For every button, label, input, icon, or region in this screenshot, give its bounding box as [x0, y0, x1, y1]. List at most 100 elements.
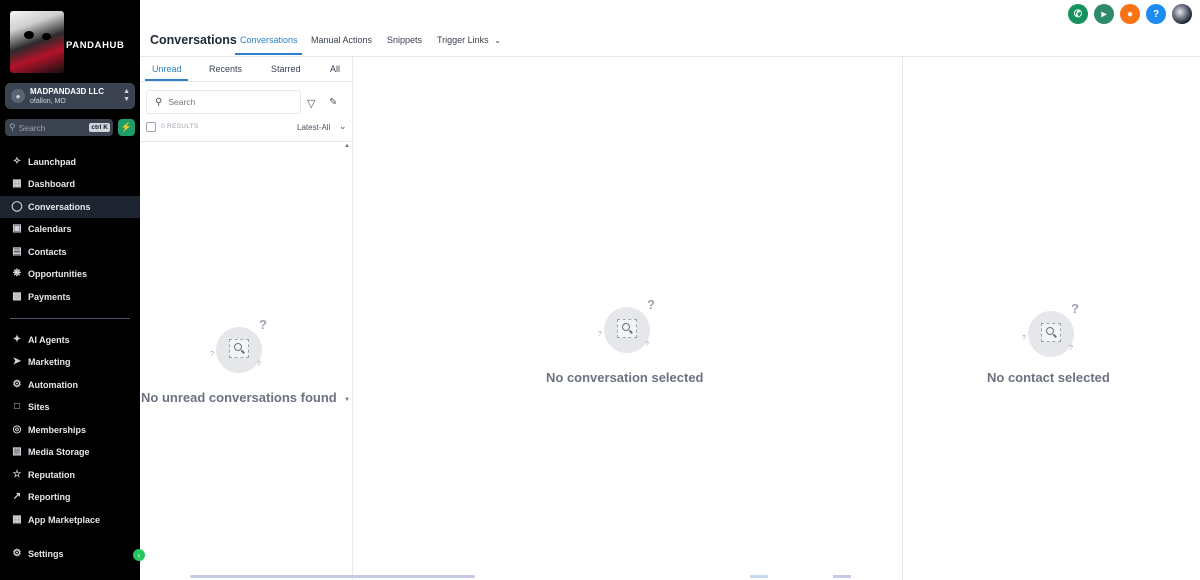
contact-detail-panel: ? ? ? No contact selected: [903, 57, 1200, 580]
sidebar-item-label: Calendars: [28, 224, 72, 234]
quick-action-button[interactable]: ⚡: [118, 119, 135, 136]
opportunities-icon: ❋: [12, 268, 22, 279]
sidebar-item-app-marketplace[interactable]: ▦ App Marketplace: [0, 509, 140, 531]
sidebar-item-label: Sites: [28, 402, 50, 412]
gear-icon: ⚙: [12, 548, 22, 559]
account-location: ofallon, MO: [30, 97, 66, 105]
question-mark-icon: ?: [598, 331, 602, 338]
question-mark-icon: ?: [645, 341, 649, 348]
sidebar-item-reporting[interactable]: ↗ Reporting: [0, 486, 140, 508]
scroll-down-arrow[interactable]: ▼: [344, 397, 350, 403]
avatar[interactable]: [1172, 4, 1192, 24]
tab-starred[interactable]: Starred: [271, 64, 301, 74]
page-title: Conversations: [150, 33, 237, 47]
sites-icon: □: [13, 401, 21, 412]
subtab-divider: [140, 81, 352, 82]
search-input[interactable]: [168, 97, 289, 107]
grid-icon: ▦: [12, 514, 22, 525]
sidebar-item-label: Memberships: [28, 425, 87, 435]
question-mark-icon: ?: [257, 361, 261, 368]
sidebar-item-dashboard[interactable]: ▦ Dashboard: [0, 173, 140, 195]
sidebar-item-calendars[interactable]: ▣ Calendars: [0, 218, 140, 240]
empty-state-message: No unread conversations found: [141, 390, 337, 405]
question-mark-icon: ?: [210, 351, 214, 358]
question-mark-icon: ?: [259, 317, 267, 332]
sidebar-item-reputation[interactable]: ☆ Reputation: [0, 464, 140, 486]
notifications-button[interactable]: ●: [1120, 4, 1140, 24]
conversation-detail-panel: ? ? ? No conversation selected: [353, 57, 903, 580]
list-header-divider: [140, 141, 352, 142]
scroll-up-arrow[interactable]: ▲: [344, 143, 350, 149]
tab-conversations[interactable]: Conversations: [240, 35, 298, 45]
sidebar: PANDAHUB ● MADPANDA3D LLC ofallon, MO ▲ ▼…: [0, 0, 145, 580]
sidebar-item-launchpad[interactable]: ✧ Launchpad: [0, 151, 140, 173]
select-all-checkbox[interactable]: [146, 122, 156, 132]
chat-bubble-icon: ◯: [11, 201, 23, 212]
sidebar-item-payments[interactable]: ▩ Payments: [0, 286, 140, 308]
shortcut-badge: ctrl K: [89, 123, 110, 132]
search-icon: ⚲: [155, 96, 163, 108]
tab-trigger-links[interactable]: Trigger Links ⌄: [437, 35, 501, 45]
announcements-button[interactable]: ▸: [1094, 4, 1114, 24]
sparkle-icon: ✦: [12, 334, 22, 345]
sidebar-item-label: Contacts: [28, 247, 67, 257]
sidebar-divider: [10, 318, 130, 319]
contacts-icon: ▤: [12, 246, 22, 257]
sidebar-item-label: Launchpad: [28, 157, 77, 167]
sidebar-item-marketing[interactable]: ➤ Marketing: [0, 351, 140, 373]
tab-recents[interactable]: Recents: [209, 64, 242, 74]
bottom-scrollbar[interactable]: [190, 575, 475, 578]
sidebar-item-label: Conversations: [28, 202, 91, 212]
sidebar-item-sites[interactable]: □ Sites: [0, 396, 140, 418]
sidebar-item-memberships[interactable]: ◎ Memberships: [0, 419, 140, 441]
megaphone-icon: ▸: [1101, 8, 1107, 20]
sidebar-item-media-storage[interactable]: ▨ Media Storage: [0, 441, 140, 463]
automation-icon: ⚙: [12, 379, 22, 390]
sidebar-item-label: Dashboard: [28, 179, 76, 189]
sidebar-search[interactable]: ⚲ Search ctrl K: [5, 119, 113, 136]
tab-all[interactable]: All: [330, 64, 340, 74]
star-icon: ☆: [12, 469, 22, 480]
results-count: 0 RESULTS: [161, 123, 199, 130]
tab-manual-actions[interactable]: Manual Actions: [311, 35, 372, 45]
sidebar-item-opportunities[interactable]: ❋ Opportunities: [0, 263, 140, 285]
bottom-indicator: [833, 575, 851, 578]
empty-state-message: No contact selected: [987, 370, 1110, 385]
filter-icon[interactable]: ▽: [307, 97, 315, 110]
account-switcher[interactable]: ● MADPANDA3D LLC ofallon, MO ▲ ▼: [5, 83, 135, 109]
top-header: Conversations Conversations Manual Actio…: [140, 0, 1200, 57]
sidebar-item-contacts[interactable]: ▤ Contacts: [0, 241, 140, 263]
payments-icon: ▩: [12, 291, 22, 302]
calendar-icon: ▣: [12, 223, 22, 234]
sidebar-item-label: Reporting: [28, 492, 71, 502]
help-button[interactable]: ?: [1146, 4, 1166, 24]
location-icon: ●: [11, 89, 25, 103]
phone-icon: ✆: [1073, 8, 1083, 20]
dashboard-icon: ▦: [12, 178, 22, 189]
sidebar-item-ai-agents[interactable]: ✦ AI Agents: [0, 329, 140, 351]
sidebar-item-conversations[interactable]: ◯ Conversations: [0, 196, 140, 218]
sidebar-item-label: App Marketplace: [28, 515, 101, 525]
sidebar-item-label: Opportunities: [28, 269, 87, 279]
sidebar-item-label: Settings: [28, 549, 64, 559]
compose-icon[interactable]: ✎: [329, 97, 337, 108]
tab-unread[interactable]: Unread: [152, 64, 182, 74]
lightning-icon: ⚡: [120, 122, 133, 132]
sidebar-item-label: AI Agents: [28, 335, 70, 345]
phone-button[interactable]: ✆: [1068, 4, 1088, 24]
chevron-down-icon: ⌄: [494, 36, 501, 45]
help-icon: ?: [1152, 8, 1160, 20]
sort-select[interactable]: Latest-All: [297, 123, 330, 132]
chevron-down-icon[interactable]: ⌄: [339, 121, 347, 132]
conversation-search[interactable]: ⚲: [146, 90, 301, 114]
sidebar-item-label: Media Storage: [28, 447, 90, 457]
brand-logo[interactable]: PANDAHUB: [10, 10, 130, 74]
tab-snippets[interactable]: Snippets: [387, 35, 422, 45]
sidebar-item-automation[interactable]: ⚙ Automation: [0, 374, 140, 396]
brand-name: PANDAHUB: [66, 39, 125, 51]
sidebar-item-settings[interactable]: ⚙ Settings: [0, 543, 140, 565]
question-mark-icon: ?: [647, 297, 655, 312]
sidebar-item-label: Payments: [28, 292, 71, 302]
membership-icon: ◎: [12, 424, 22, 435]
sidebar-item-label: Marketing: [28, 357, 71, 367]
